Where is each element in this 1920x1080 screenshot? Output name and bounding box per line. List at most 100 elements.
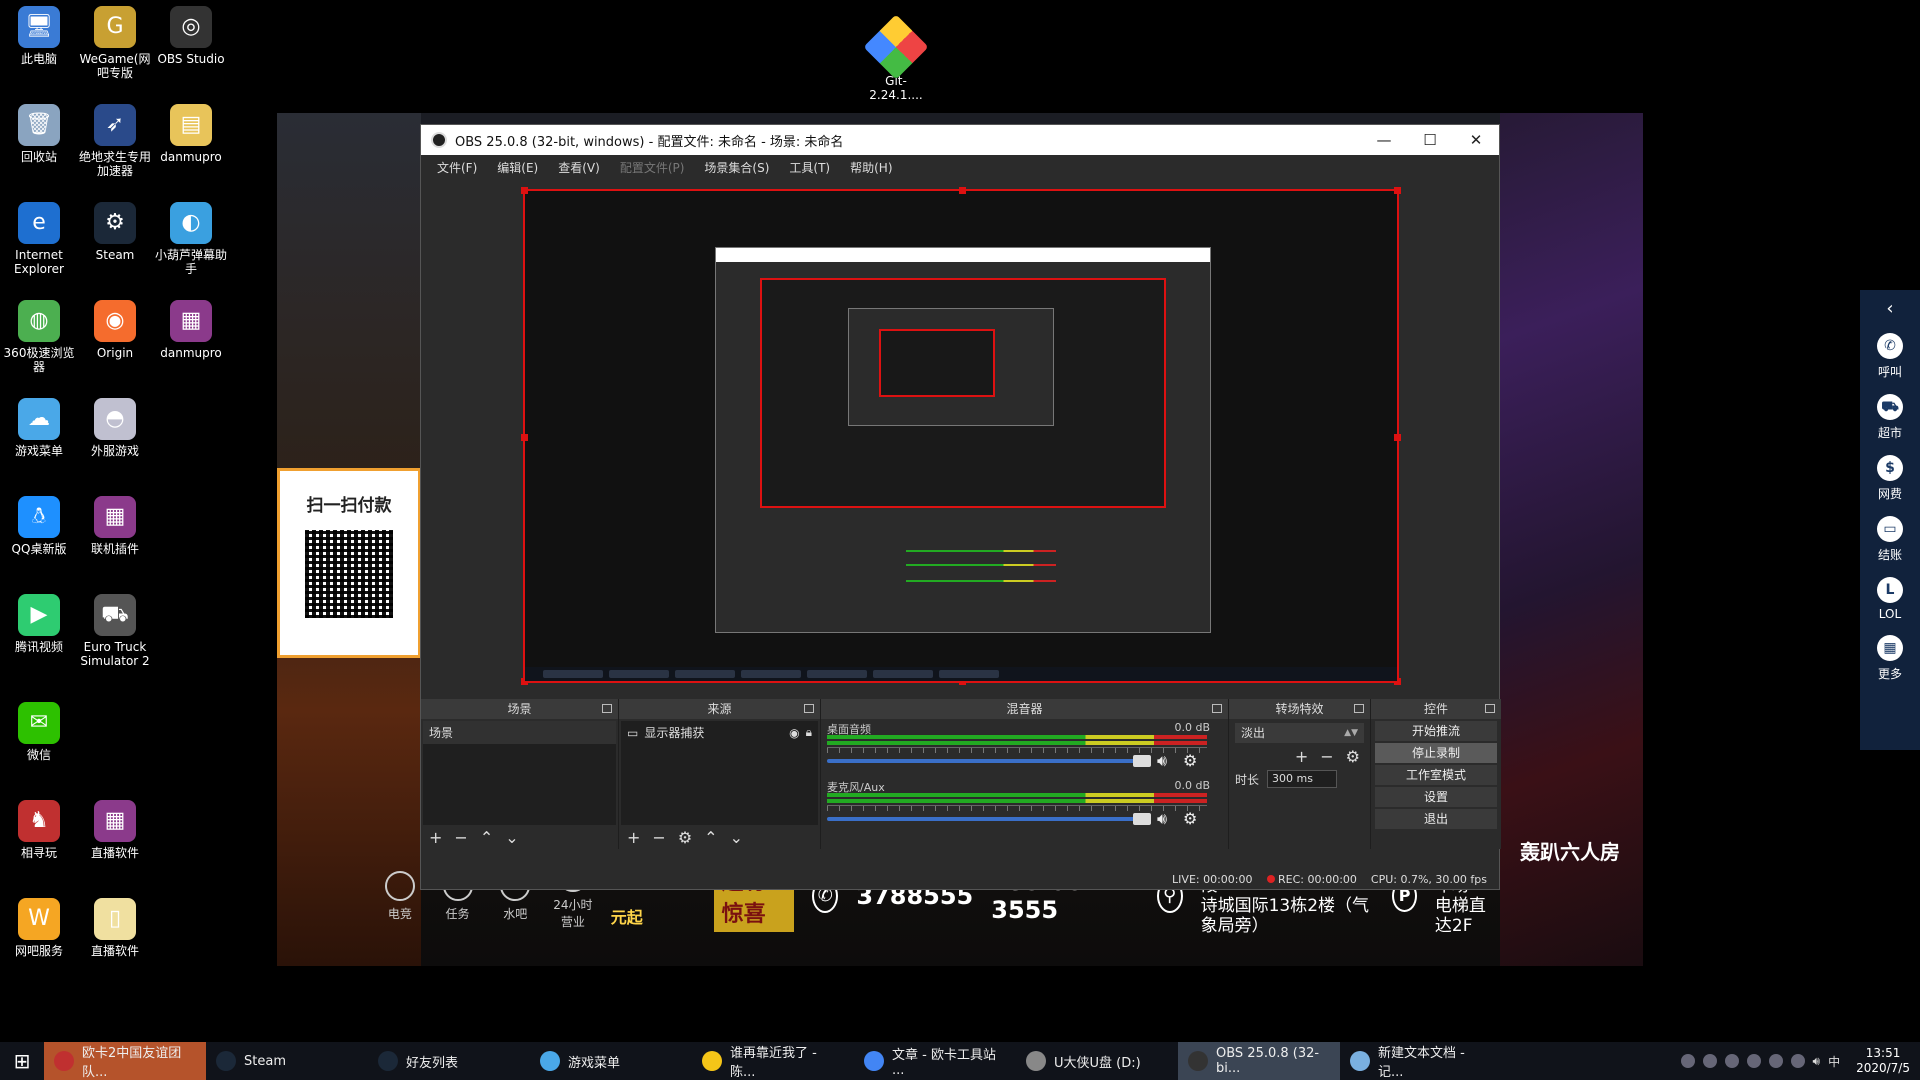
tray-icon[interactable] <box>1724 1054 1739 1068</box>
float-dock-icon[interactable] <box>804 704 814 713</box>
resize-handle[interactable] <box>521 434 528 441</box>
taskbar-item[interactable]: 新建文本文档 - 记... <box>1340 1042 1502 1080</box>
windows-start-icon[interactable]: ⊞ <box>0 1042 44 1080</box>
desktop-icon[interactable]: ♞ 相寻玩 <box>0 800 78 860</box>
source-item[interactable]: ▭ 显示器捕获 ◉ 🔒︎ <box>621 721 818 744</box>
gear-icon[interactable]: ⚙ <box>678 828 692 847</box>
volume-slider-knob[interactable] <box>1133 755 1151 767</box>
tray-icon[interactable] <box>1702 1054 1717 1068</box>
volume-slider[interactable] <box>827 759 1143 763</box>
desktop-icon[interactable]: ◍ 360极速浏览器 <box>0 300 78 374</box>
stop-recording-button[interactable]: 停止录制 <box>1375 743 1497 763</box>
resize-handle[interactable] <box>959 187 966 194</box>
move-up-icon[interactable]: ⌃ <box>704 828 717 847</box>
menu-item[interactable]: 帮助(H) <box>840 159 902 176</box>
taskbar-item[interactable]: 谁再靠近我了 - 陈... <box>692 1042 854 1080</box>
sidebar-item[interactable]: ⛟ 超市 <box>1860 394 1920 441</box>
preview-canvas[interactable] <box>521 187 1401 685</box>
tray-icon[interactable] <box>1790 1054 1805 1068</box>
tray-icon[interactable] <box>1680 1054 1695 1068</box>
add-icon[interactable]: + <box>429 828 442 847</box>
desktop-icon[interactable]: e Internet Explorer <box>0 202 78 276</box>
tray-icon[interactable] <box>1746 1054 1761 1068</box>
sidebar-item[interactable]: ▦ 更多 <box>1860 635 1920 682</box>
desktop-icon[interactable]: ◓ 外服游戏 <box>76 398 154 458</box>
float-dock-icon[interactable] <box>1354 704 1364 713</box>
desktop-icon[interactable]: ▦ danmupro <box>152 300 230 360</box>
float-dock-icon[interactable] <box>1485 704 1495 713</box>
ime-indicator[interactable]: 中 <box>1828 1053 1840 1070</box>
chevron-left-icon[interactable]: ‹ <box>1860 290 1920 319</box>
resize-handle[interactable] <box>1394 187 1401 194</box>
menu-item[interactable]: 配置文件(P) <box>610 159 695 176</box>
duration-input[interactable]: 300 ms <box>1267 770 1338 788</box>
desktop-icon[interactable]: ⚙ Steam <box>76 202 154 262</box>
eye-icon[interactable]: ◉ <box>789 726 799 740</box>
taskbar-item[interactable]: 好友列表 <box>368 1042 530 1080</box>
add-icon[interactable]: + <box>1295 747 1308 766</box>
float-dock-icon[interactable] <box>1212 704 1222 713</box>
minimize-button[interactable]: — <box>1361 125 1407 155</box>
exit-button[interactable]: 退出 <box>1375 809 1497 829</box>
sidebar-item[interactable]: L LOL <box>1860 577 1920 621</box>
desktop-icon[interactable]: W 网吧服务 <box>0 898 78 958</box>
taskbar-item[interactable]: 文章 - 欧卡工具站 ... <box>854 1042 1016 1080</box>
move-down-icon[interactable]: ⌄ <box>505 828 518 847</box>
volume-icon[interactable]: 🔊︎ <box>1813 1054 1821 1069</box>
float-dock-icon[interactable] <box>602 704 612 713</box>
desktop-icon[interactable]: ◉ Origin <box>76 300 154 360</box>
speaker-icon[interactable]: 🔊︎ <box>1157 809 1167 829</box>
taskbar-item[interactable]: U大侠U盘 (D:) <box>1016 1042 1178 1080</box>
sidebar-item[interactable]: ✆ 呼叫 <box>1860 333 1920 380</box>
desktop-icon[interactable]: ◐ 小葫芦弹幕助手 <box>152 202 230 276</box>
tray-icon[interactable] <box>1768 1054 1783 1068</box>
taskbar-item[interactable]: 欧卡2中国友谊团队... <box>44 1042 206 1080</box>
menu-item[interactable]: 场景集合(S) <box>694 159 779 176</box>
menu-item[interactable]: 编辑(E) <box>487 159 548 176</box>
gear-icon[interactable]: ⚙ <box>1183 751 1197 770</box>
desktop-icon[interactable]: ⛟ Euro Truck Simulator 2 <box>76 594 154 668</box>
close-button[interactable]: ✕ <box>1453 125 1499 155</box>
add-icon[interactable]: + <box>627 828 640 847</box>
desktop-icon[interactable]: ➶ 绝地求生专用加速器 <box>76 104 154 178</box>
volume-slider[interactable] <box>827 817 1143 821</box>
remove-icon[interactable]: − <box>652 828 665 847</box>
remove-icon[interactable]: − <box>454 828 467 847</box>
volume-slider-knob[interactable] <box>1133 813 1151 825</box>
gear-icon[interactable]: ⚙ <box>1346 747 1360 766</box>
taskbar-item[interactable]: Steam <box>206 1042 368 1080</box>
menu-item[interactable]: 文件(F) <box>427 159 487 176</box>
menu-item[interactable]: 工具(T) <box>779 159 840 176</box>
desktop-icon[interactable]: ☁ 游戏菜单 <box>0 398 78 458</box>
sidebar-item[interactable]: $ 网费 <box>1860 455 1920 502</box>
sidebar-item[interactable]: ▭ 结账 <box>1860 516 1920 563</box>
taskbar-item[interactable]: OBS 25.0.8 (32-bi... <box>1178 1042 1340 1080</box>
move-up-icon[interactable]: ⌃ <box>480 828 493 847</box>
lock-icon[interactable]: 🔒︎ <box>806 725 812 740</box>
desktop-icon[interactable]: ▦ 直播软件 <box>76 800 154 860</box>
desktop-icon[interactable]: 🗑︎ 回收站 <box>0 104 78 164</box>
start-streaming-button[interactable]: 开始推流 <box>1375 721 1497 741</box>
clock[interactable]: 13:51 2020/7/5 <box>1856 1046 1910 1076</box>
settings-button[interactable]: 设置 <box>1375 787 1497 807</box>
studio-mode-button[interactable]: 工作室模式 <box>1375 765 1497 785</box>
speaker-icon[interactable]: 🔊︎ <box>1157 751 1167 771</box>
desktop-icon[interactable]: ▦ 联机插件 <box>76 496 154 556</box>
desktop-icon[interactable]: 🐧︎ QQ桌新版 <box>0 496 78 556</box>
desktop-icon-git[interactable]: Git-2.24.1.... <box>860 14 932 102</box>
desktop-icon[interactable]: G WeGame(网吧专版 <box>76 6 154 80</box>
remove-icon[interactable]: − <box>1320 747 1333 766</box>
move-down-icon[interactable]: ⌄ <box>730 828 743 847</box>
desktop-icon[interactable]: 🖥︎ 此电脑 <box>0 6 78 66</box>
scene-item[interactable]: 场景 <box>423 721 616 744</box>
taskbar-item[interactable]: 游戏菜单 <box>530 1042 692 1080</box>
resize-handle[interactable] <box>1394 434 1401 441</box>
gear-icon[interactable]: ⚙ <box>1183 809 1197 828</box>
desktop-icon[interactable]: ✉ 微信 <box>0 702 78 762</box>
desktop-icon[interactable]: ▶ 腾讯视频 <box>0 594 78 654</box>
transition-select[interactable]: 淡出 ▲▼ <box>1235 723 1364 743</box>
maximize-button[interactable]: ☐ <box>1407 125 1453 155</box>
menu-item[interactable]: 查看(V) <box>548 159 610 176</box>
resize-handle[interactable] <box>521 187 528 194</box>
desktop-icon[interactable]: ▯ 直播软件 <box>76 898 154 958</box>
